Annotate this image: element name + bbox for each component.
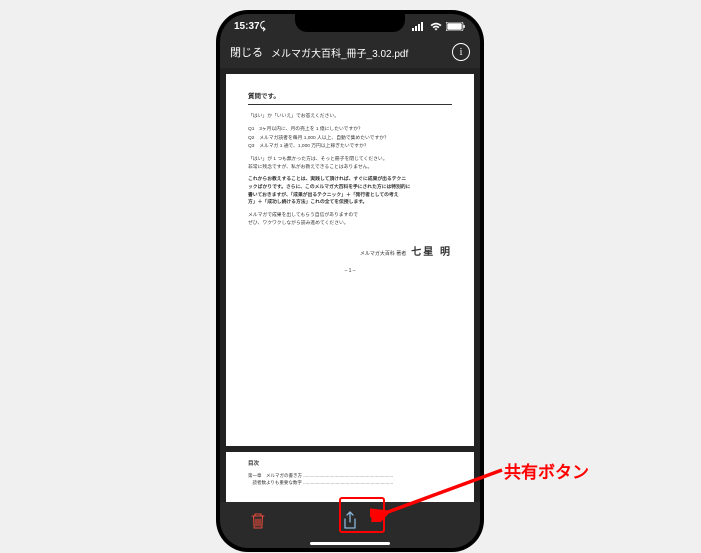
share-button[interactable] [342,511,358,536]
p2: これからお教えすることは、実践して頂ければ、すぐに成果が出るテクニックばかりです… [248,176,452,207]
document-viewport[interactable]: 質問です。 「はい」か「いいえ」でお答えください。 Q1 3ヶ月以内に、月の売上… [220,68,480,502]
info-button[interactable]: i [452,43,470,61]
doc-title: メルマガ大百科_冊子_3.02.pdf [271,45,444,60]
phone-screen: 15:37⤹ 閉じる メルマガ大百科_冊子_3.02.pdf i 質問です。 「… [220,14,480,548]
q2: Q2 メルマガ読者を毎月 1,000 人以上、自動で集めたいですか？ [248,135,452,143]
status-right [412,22,466,31]
notch [295,14,405,32]
nav-bar: 閉じる メルマガ大百科_冊子_3.02.pdf i [220,36,480,68]
trash-button[interactable] [250,512,266,535]
home-indicator[interactable] [310,542,390,545]
phone-frame: 15:37⤹ 閉じる メルマガ大百科_冊子_3.02.pdf i 質問です。 「… [216,10,484,552]
toc-line-1: 第一章 メルマガの書き方 ...........................… [248,472,452,479]
p1: 「はい」が 1 つも無かった方は、そっと冊子を閉じてください。非常に残念ですが、… [248,156,452,171]
q1: Q1 3ヶ月以内に、月の売上を 1 億にしたいですか？ [248,126,452,134]
page-2: 目次 第一章 メルマガの書き方 ........................… [226,452,474,502]
status-time: 15:37⤹ [234,21,266,32]
signal-icon [412,22,426,31]
author-line: メルマガ大百科 著者 七星 明 [248,245,452,261]
page-number: – 1 – [248,267,452,275]
bottom-toolbar [220,502,480,548]
p3: メルマガで成果を出してもらう自信がありますのでぜひ、ワクワクしながら読み進めてく… [248,212,452,227]
wifi-icon [430,22,442,31]
annotation-label: 共有ボタン [504,458,589,483]
toc-line-2: 読者数よりも重要な数字 ............................… [248,479,452,486]
instruction: 「はい」か「いいえ」でお答えください。 [248,113,452,121]
page-heading: 質問です。 [248,92,452,105]
page-1: 質問です。 「はい」か「いいえ」でお答えください。 Q1 3ヶ月以内に、月の売上… [226,74,474,446]
battery-icon [446,22,466,31]
close-button[interactable]: 閉じる [230,44,263,60]
q3: Q3 メルマガ 1 通で、1,000 万円以上稼ぎたいですか？ [248,143,452,151]
toc-heading: 目次 [248,460,452,469]
